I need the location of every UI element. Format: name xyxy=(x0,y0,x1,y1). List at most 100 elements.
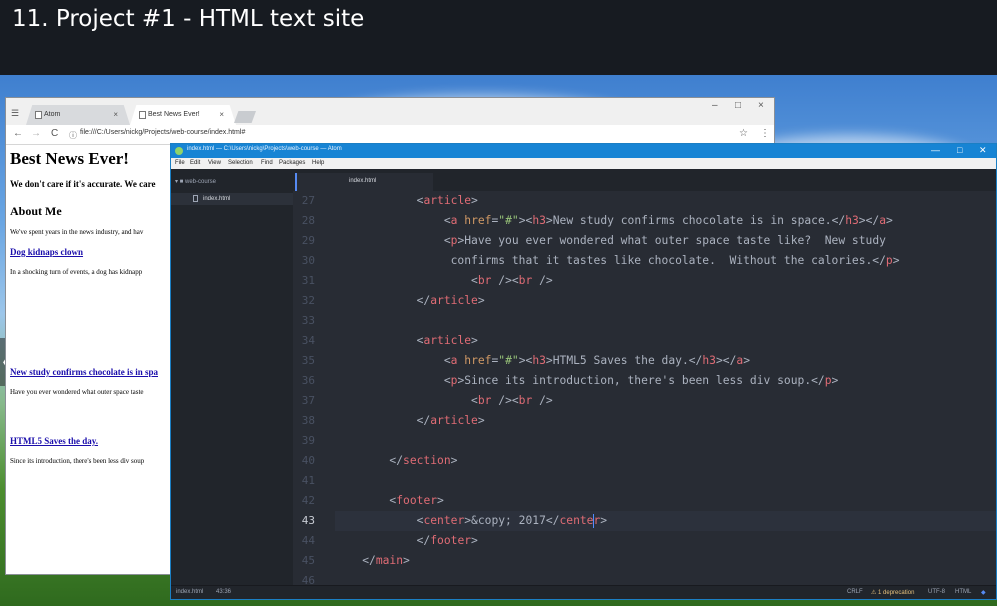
article-text: Have you ever wondered what outer space … xyxy=(10,388,144,396)
code-line: <a href="#"><h3>New study confirms choco… xyxy=(443,214,893,227)
browser-tab-strip: ☰ Atom × Best News Ever! × – □ × xyxy=(6,98,774,125)
maximize-icon[interactable]: □ xyxy=(735,100,741,111)
more-menu-icon[interactable]: ⋮ xyxy=(760,128,770,139)
status-bar: index.html 43:36 CRLF ⚠ 1 deprecation UT… xyxy=(171,585,996,599)
back-arrow-icon[interactable]: ← xyxy=(13,128,23,139)
code-line: <br /><br /> xyxy=(471,274,553,287)
close-icon[interactable]: × xyxy=(113,105,118,125)
status-file[interactable]: index.html xyxy=(176,589,203,595)
about-text: We've spent years in the news industry, … xyxy=(10,228,144,236)
line-number: 30 xyxy=(301,254,315,267)
forward-arrow-icon[interactable]: → xyxy=(31,128,41,139)
github-icon[interactable]: ◆ xyxy=(981,589,986,596)
editor-tab-index-html[interactable]: index.html xyxy=(295,173,433,191)
code-line: confirms that it tastes like chocolate. … xyxy=(450,254,900,267)
atom-window-title: index.html — C:\Users\nickg\Projects\web… xyxy=(187,146,342,152)
line-number: 38 xyxy=(301,414,315,427)
tree-file-index-html[interactable]: index.html xyxy=(171,193,293,205)
status-line-ending[interactable]: CRLF xyxy=(847,589,863,595)
page-heading: Best News Ever! xyxy=(10,149,129,168)
status-grammar[interactable]: HTML xyxy=(955,589,971,595)
page-icon xyxy=(35,111,42,119)
code-line: </main> xyxy=(362,554,410,567)
line-number: 45 xyxy=(301,554,315,567)
line-number: 43 xyxy=(301,514,315,527)
browser-tab-best-news[interactable]: Best News Ever! × xyxy=(130,105,236,125)
code-line: <a href="#"><h3>HTML5 Saves the day.</h3… xyxy=(443,354,750,367)
code-line: <p>Since its introduction, there's been … xyxy=(443,374,839,387)
reload-icon[interactable]: C xyxy=(51,128,58,139)
file-icon xyxy=(193,195,198,202)
minimize-icon[interactable]: – xyxy=(712,100,718,111)
code-line: <p>Have you ever wondered what outer spa… xyxy=(443,234,886,247)
browser-toolbar: ← → C ⓘ file:///C:/Users/nickg/Projects/… xyxy=(6,125,774,145)
line-number: 29 xyxy=(301,234,315,247)
atom-title-bar: index.html — C:\Users\nickg\Projects\web… xyxy=(171,144,996,158)
status-encoding[interactable]: UTF-8 xyxy=(928,589,945,595)
tree-folder-web-course[interactable]: ▾ ■ web-course xyxy=(175,178,216,185)
line-number: 32 xyxy=(301,294,315,307)
browser-profile-icon[interactable]: ☰ xyxy=(11,108,19,119)
menu-selection[interactable]: Selection xyxy=(228,160,253,166)
editor-tab-bar: index.html xyxy=(293,169,996,191)
folder-label: web-course xyxy=(184,179,216,185)
line-number: 41 xyxy=(301,474,315,487)
menu-find[interactable]: Find xyxy=(261,160,273,166)
code-editor[interactable]: <article> <a href="#"><h3>New study conf… xyxy=(335,191,996,585)
code-line: </footer> xyxy=(416,534,478,547)
browser-tab-label: Best News Ever! xyxy=(148,111,200,118)
code-line-current: <center>&copy; 2017</center> xyxy=(335,511,996,531)
atom-editor-window: index.html — C:\Users\nickg\Projects\web… xyxy=(170,143,997,600)
browser-tab-label: Atom xyxy=(44,111,61,118)
menu-help[interactable]: Help xyxy=(312,160,324,166)
about-heading: About Me xyxy=(10,204,62,218)
code-line: <article> xyxy=(416,334,478,347)
code-line: <footer> xyxy=(389,494,444,507)
new-tab-button[interactable] xyxy=(234,111,256,123)
menu-packages[interactable]: Packages xyxy=(279,160,305,166)
code-line: <br /><br /> xyxy=(471,394,553,407)
line-number: 36 xyxy=(301,374,315,387)
bookmark-star-icon[interactable]: ☆ xyxy=(739,128,748,139)
video-title-bar: 11. Project #1 - HTML text site xyxy=(0,0,997,75)
menu-view[interactable]: View xyxy=(208,160,221,166)
atom-menu-bar: File Edit View Selection Find Packages H… xyxy=(171,158,996,169)
article-text: Since its introduction, there's been les… xyxy=(10,457,145,465)
line-number: 34 xyxy=(301,334,315,347)
article-link[interactable]: Dog kidnaps clown xyxy=(10,247,83,257)
maximize-icon[interactable]: □ xyxy=(957,145,962,155)
file-tree-panel: ▾ ■ web-course index.html xyxy=(171,169,293,585)
close-window-icon[interactable]: × xyxy=(758,100,764,111)
page-icon xyxy=(139,111,146,119)
line-number: 42 xyxy=(301,494,315,507)
line-number-gutter: 27 28 29 30 31 32 33 34 35 36 37 38 39 40 41 42 43 44 45 46 xyxy=(293,191,335,587)
menu-edit[interactable]: Edit xyxy=(190,160,200,166)
line-number: 28 xyxy=(301,214,315,227)
status-cursor-position[interactable]: 43:36 xyxy=(216,589,231,595)
line-number: 37 xyxy=(301,394,315,407)
tree-file-label: index.html xyxy=(203,196,231,202)
close-window-icon[interactable]: ✕ xyxy=(979,145,987,156)
code-line: <article> xyxy=(416,194,478,207)
minimize-icon[interactable]: — xyxy=(931,145,940,155)
code-line: </article> xyxy=(416,294,485,307)
browser-tab-atom[interactable]: Atom × xyxy=(26,105,130,125)
line-number: 33 xyxy=(301,314,315,327)
article-link[interactable]: HTML5 Saves the day. xyxy=(10,436,98,446)
address-bar[interactable]: file:///C:/Users/nickg/Projects/web-cour… xyxy=(80,129,245,136)
article-link[interactable]: New study confirms chocolate is in spa xyxy=(10,367,158,377)
line-number: 44 xyxy=(301,534,315,547)
line-number: 35 xyxy=(301,354,315,367)
code-line: </section> xyxy=(389,454,458,467)
line-number: 39 xyxy=(301,434,315,447)
editor-tab-label: index.html xyxy=(349,178,377,184)
menu-file[interactable]: File xyxy=(175,160,185,166)
code-line: </article> xyxy=(416,414,485,427)
text-cursor xyxy=(593,514,594,528)
page-info-icon[interactable]: ⓘ xyxy=(69,130,77,141)
close-icon[interactable]: × xyxy=(219,105,224,125)
status-deprecation-warning[interactable]: ⚠ 1 deprecation xyxy=(871,589,914,596)
